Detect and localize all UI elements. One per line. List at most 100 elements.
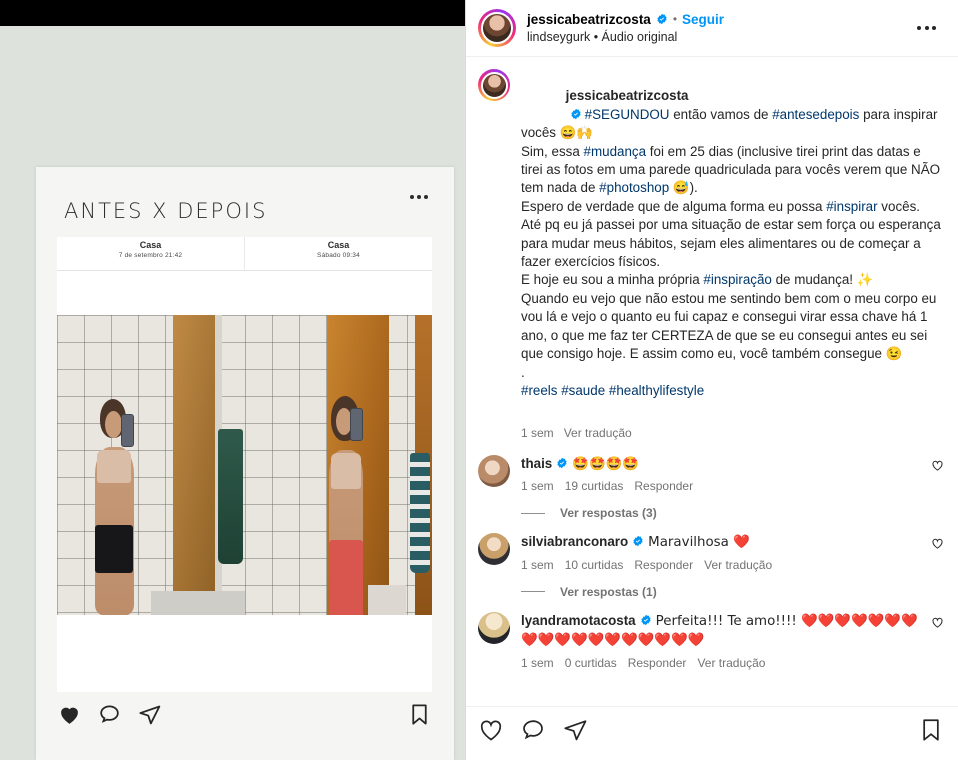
striped-towel-after — [409, 453, 431, 573]
comment-like-heart-icon[interactable] — [931, 537, 944, 555]
verified-badge-icon — [571, 108, 581, 120]
comment-like-heart-icon[interactable] — [931, 616, 944, 634]
phone-before — [120, 414, 134, 447]
laundry-basket-after — [368, 585, 406, 615]
reel-title: ANTES X DEPOIS — [64, 199, 268, 223]
avatar[interactable] — [478, 533, 510, 566]
after-timestamp: Sábado 09:34 — [317, 252, 360, 259]
reel-frame[interactable]: ANTES X DEPOIS Casa 7 de setembro 21:42 … — [36, 167, 454, 760]
comment-text: Maravilhosa ❤️ — [648, 535, 750, 551]
author-username[interactable]: jessicabeatrizcosta — [527, 11, 651, 28]
bra-after — [330, 453, 361, 489]
list-item: silviabranconaro Maravilhosa ❤️ 1 sem 10 … — [466, 522, 958, 572]
comment-line: thais 🤩🤩🤩🤩 — [521, 455, 918, 475]
post-action-bar — [466, 706, 958, 760]
hashtag-link[interactable]: #mudança — [584, 144, 647, 159]
photo-after — [244, 315, 432, 615]
view-replies-button[interactable]: Ver respostas (1) — [560, 585, 657, 599]
list-item: lyandramotacosta Perfeita!!! Te amo!!!! ❤… — [466, 601, 958, 670]
comment-time: 1 sem — [521, 479, 554, 494]
comment-likes[interactable]: 19 curtidas — [565, 479, 624, 493]
comment-time: 1 sem — [521, 557, 554, 572]
caption-avatar[interactable] — [478, 69, 510, 101]
comment-meta: 1 sem 10 curtidas Responder Ver tradução — [521, 558, 918, 572]
top-black-bar — [0, 0, 465, 26]
verified-badge-icon — [633, 535, 643, 547]
comment-text: 🤩🤩🤩🤩 — [572, 456, 639, 472]
comment-reply-button[interactable]: Responder — [634, 479, 693, 493]
bra-before — [97, 450, 132, 483]
comment-reply-button[interactable]: Responder — [628, 656, 687, 670]
comment-translate-button[interactable]: Ver tradução — [704, 558, 772, 572]
reel-kebab-menu-icon[interactable] — [410, 195, 428, 199]
comment-like-heart-icon[interactable] — [931, 459, 944, 477]
avatar-image — [481, 12, 513, 44]
mirror-photos — [57, 315, 432, 615]
comment-username[interactable]: lyandramotacosta — [521, 613, 636, 628]
shorts-before — [95, 525, 133, 573]
comment-bubble-icon — [97, 702, 122, 732]
audio-attribution[interactable]: lindseygurk • Áudio original — [527, 29, 724, 46]
like-heart-icon[interactable] — [478, 717, 504, 748]
caption-text: jessicabeatrizcosta #SEGUNDOU então vamo… — [521, 69, 944, 419]
comment-likes[interactable]: 10 curtidas — [565, 558, 624, 572]
comment-meta: 1 sem 0 curtidas Responder Ver tradução — [521, 656, 918, 670]
green-towel-before — [218, 429, 243, 564]
wardrobe-door-before — [173, 315, 215, 615]
photo-before — [57, 315, 245, 615]
avatar-image — [480, 71, 508, 99]
comment-line: lyandramotacosta Perfeita!!! Te amo!!!! ❤… — [521, 612, 918, 651]
before-after-screenshot: Casa 7 de setembro 21:42 Casa Sábado 09:… — [57, 237, 432, 692]
hashtag-link[interactable]: #antesedepois — [772, 107, 859, 122]
hashtag-link[interactable]: #inspiração — [703, 272, 771, 287]
author-avatar[interactable] — [478, 9, 516, 47]
caption-username[interactable]: jessicabeatrizcosta — [566, 88, 689, 103]
post-options-kebab-menu-icon[interactable] — [909, 18, 944, 38]
hashtag-link[interactable]: #healthylifestyle — [609, 383, 704, 398]
view-replies-row[interactable]: Ver respostas (3) — [466, 493, 958, 522]
share-paperplane-icon — [137, 702, 162, 732]
verified-badge-icon — [640, 614, 651, 625]
hashtag-link[interactable]: #saude — [561, 383, 605, 398]
bookmark-icon — [407, 702, 432, 732]
phone-after — [349, 408, 363, 441]
caption-text-run: de mudança! ✨ Quando eu vejo que não est… — [521, 272, 937, 380]
view-replies-button[interactable]: Ver respostas (3) — [560, 506, 657, 520]
avatar[interactable] — [478, 454, 510, 487]
comment-likes[interactable]: 0 curtidas — [565, 656, 617, 670]
caption-text-run: então vamos de — [669, 106, 773, 122]
hashtag-link[interactable]: #inspirar — [826, 199, 877, 214]
view-replies-row[interactable]: Ver respostas (1) — [466, 572, 958, 601]
comment-line: silviabranconaro Maravilhosa ❤️ — [521, 533, 918, 553]
face-before — [104, 411, 122, 438]
comment-translate-button[interactable]: Ver tradução — [697, 656, 765, 670]
hashtag-link[interactable]: #reels — [521, 383, 557, 398]
before-header: Casa 7 de setembro 21:42 — [57, 237, 245, 270]
comment-bubble-icon[interactable] — [520, 717, 546, 748]
comment-meta: 1 sem 19 curtidas Responder — [521, 479, 918, 493]
post-media-column: ANTES X DEPOIS Casa 7 de setembro 21:42 … — [0, 0, 465, 760]
screenshot-header: Casa 7 de setembro 21:42 Casa Sábado 09:… — [57, 237, 432, 271]
comment-username[interactable]: thais — [521, 456, 552, 471]
comments-scroll-area[interactable]: jessicabeatrizcosta #SEGUNDOU então vamo… — [466, 57, 958, 706]
post-detail-panel: jessicabeatrizcosta • Seguir lindseygurk… — [465, 0, 958, 760]
share-paperplane-icon[interactable] — [562, 717, 588, 748]
header-separator: • — [672, 11, 678, 26]
hashtag-link[interactable]: #photoshop — [599, 180, 669, 195]
inner-post-actions — [57, 697, 432, 737]
hashtag-link[interactable]: #SEGUNDOU — [585, 107, 670, 122]
follow-button[interactable]: Seguir — [682, 11, 724, 28]
list-item: thais 🤩🤩🤩🤩 1 sem 19 curtidas Responder — [466, 444, 958, 493]
before-app-title: Casa — [139, 240, 162, 250]
instagram-post-screen: ANTES X DEPOIS Casa 7 de setembro 21:42 … — [0, 0, 958, 760]
bookmark-icon[interactable] — [918, 717, 944, 748]
comment-reply-button[interactable]: Responder — [634, 558, 693, 572]
replies-divider — [521, 512, 545, 514]
verified-badge-icon — [557, 457, 567, 468]
before-timestamp: 7 de setembro 21:42 — [118, 252, 183, 259]
caption-translate-button[interactable]: Ver tradução — [564, 426, 632, 440]
comment-username[interactable]: silviabranconaro — [521, 534, 628, 549]
post-header: jessicabeatrizcosta • Seguir lindseygurk… — [466, 0, 958, 57]
skirt-after — [328, 540, 363, 615]
avatar[interactable] — [478, 611, 510, 644]
